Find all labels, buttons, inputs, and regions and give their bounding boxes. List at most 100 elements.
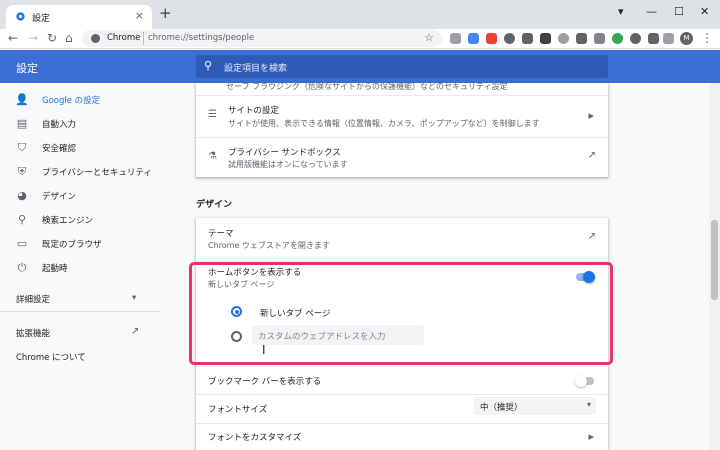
chevron-right-icon: ▸	[588, 430, 594, 443]
site-settings-subtitle: サイトが使用、表示できる情報（位置情報、カメラ、ポップアップなど）を制御します	[228, 119, 540, 128]
home-button-toggle[interactable]	[576, 271, 595, 283]
gear-icon	[16, 12, 25, 21]
custom-address-radio[interactable]	[231, 331, 242, 342]
extension-icon-7[interactable]	[558, 33, 569, 44]
sidebar-item-label: 既定のブラウザ	[42, 240, 102, 250]
tab-settings[interactable]: 設定 ×	[6, 5, 152, 29]
extension-icon-2[interactable]	[468, 33, 479, 44]
sidebar-item-autofill[interactable]: ▤ 自動入力	[0, 113, 160, 135]
flask-icon: ⚗	[208, 151, 217, 162]
privacy-card: セーフ ブラウジング（危険なサイトからの保護機能）などのセキュリティ設定 ☰ サ…	[196, 83, 608, 177]
search-placeholder: 設定項目を検索	[224, 64, 288, 74]
title-bar: 設定 × + ▾ — ☐ ✕	[0, 0, 720, 29]
settings-sidebar: 👤 Google の設定 ▤ 自動入力 ⛉ 安全確認 ⛨ プライバシーとセキュリ…	[0, 83, 160, 450]
tab-close-button[interactable]: ×	[135, 9, 144, 22]
search-icon: ⚲	[204, 59, 213, 72]
sidebar-item-google[interactable]: 👤 Google の設定	[0, 89, 160, 111]
address-separator	[143, 32, 144, 45]
address-bar[interactable]: Chrome chrome://settings/people ☆	[82, 30, 442, 47]
sidebar-extensions[interactable]: 拡張機能	[16, 327, 50, 339]
extension-icon-10[interactable]	[612, 33, 623, 44]
chevron-down-icon: ▾	[586, 400, 591, 409]
power-icon: ⏻	[17, 261, 27, 274]
person-icon: 👤	[15, 93, 29, 106]
privacy-sandbox-row[interactable]: ⚗ プライバシー サンドボックス 試用版機能はオンになっています ↗	[196, 138, 608, 177]
new-tab-button[interactable]: +	[159, 6, 172, 21]
site-info-icon[interactable]	[91, 34, 100, 43]
bookmarks-bar-row[interactable]: ブックマーク バーを表示する	[196, 367, 608, 394]
safe-browsing-row-partial[interactable]: セーフ ブラウジング（危険なサイトからの保護機能）などのセキュリティ設定	[196, 83, 608, 93]
extension-icon-6[interactable]	[540, 33, 551, 44]
sidebar-item-label: 起動時	[42, 264, 68, 274]
extension-icon-9[interactable]	[594, 33, 605, 44]
home-button-subtitle: 新しいタブ ページ	[208, 280, 275, 289]
sidebar-item-privacy[interactable]: ⛨ プライバシーとセキュリティ	[0, 161, 160, 183]
page-title: 設定	[16, 62, 38, 75]
sidebar-item-label: デザイン	[42, 192, 77, 202]
magnifier-icon: ⚲	[17, 213, 27, 226]
window-close-button[interactable]: ✕	[700, 5, 709, 18]
minimize-button[interactable]: —	[646, 5, 657, 18]
forward-button[interactable]: →	[28, 31, 38, 45]
palette-icon: ◕	[17, 189, 27, 202]
chevron-down-icon[interactable]: ▾	[132, 293, 136, 303]
extension-icon-4[interactable]	[504, 33, 515, 44]
home-button-title: ホームボタンを表示する	[208, 268, 302, 278]
theme-subtitle: Chrome ウェブストアを開きます	[208, 241, 330, 250]
site-settings-title: サイトの設定	[228, 106, 280, 116]
toggle-knob	[583, 271, 595, 283]
new-tab-page-label[interactable]: 新しいタブ ページ	[260, 307, 331, 319]
privacy-sandbox-subtitle: 試用版機能はオンになっています	[228, 160, 348, 169]
extension-icon-3[interactable]	[486, 33, 497, 44]
bookmark-star-icon[interactable]: ☆	[424, 31, 434, 44]
bookmarks-bar-title: ブックマーク バーを表示する	[208, 377, 322, 387]
profile-avatar[interactable]: M	[680, 32, 693, 45]
sidebar-about-chrome[interactable]: Chrome について	[16, 351, 86, 363]
sidebar-item-on-startup[interactable]: ⏻ 起動時	[0, 257, 160, 279]
profile-indicator-icon[interactable]: ▾	[618, 5, 624, 18]
customize-fonts-row[interactable]: フォントをカスタマイズ ▸	[196, 424, 608, 450]
extension-icon-11[interactable]	[630, 33, 641, 44]
sidebar-item-label: プライバシーとセキュリティ	[42, 168, 152, 178]
chevron-right-icon: ▸	[588, 109, 594, 122]
back-button[interactable]: ←	[8, 31, 18, 45]
sidebar-item-appearance[interactable]: ◕ デザイン	[0, 185, 160, 207]
sidebar-item-search-engine[interactable]: ⚲ 検索エンジン	[0, 209, 160, 231]
tab-title: 設定	[32, 14, 51, 24]
home-button-row: ホームボタンを表示する 新しいタブ ページ 新しいタブ ページ	[196, 262, 608, 366]
site-settings-row[interactable]: ☰ サイトの設定 サイトが使用、表示できる情報（位置情報、カメラ、ポップアップな…	[196, 96, 608, 136]
bookmarks-bar-toggle[interactable]	[575, 375, 594, 387]
open-external-icon[interactable]: ↗	[588, 150, 596, 161]
extension-icon-1[interactable]	[450, 33, 461, 44]
extension-icon-8[interactable]	[576, 33, 587, 44]
open-external-icon[interactable]: ↗	[131, 326, 139, 337]
new-tab-page-radio[interactable]	[231, 306, 242, 317]
scrollbar-thumb[interactable]	[711, 220, 718, 300]
sidebar-advanced[interactable]: 詳細設定	[16, 293, 50, 305]
clipboard-icon: ▤	[16, 117, 28, 130]
custom-web-address-placeholder: カスタムのウェブアドレスを入力	[258, 332, 386, 342]
customize-fonts-title: フォントをカスタマイズ	[208, 433, 302, 443]
open-external-icon[interactable]: ↗	[588, 231, 596, 242]
text-cursor-icon: I	[262, 343, 266, 357]
theme-row[interactable]: テーマ Chrome ウェブストアを開きます ↗	[196, 218, 608, 260]
sidebar-item-default-browser[interactable]: ▭ 既定のブラウザ	[0, 233, 160, 255]
maximize-button[interactable]: ☐	[674, 5, 684, 18]
extensions-puzzle-icon[interactable]	[663, 33, 674, 44]
browser-menu-button[interactable]: ⋮	[701, 31, 713, 45]
reload-button[interactable]: ↻	[47, 31, 57, 45]
sidebar-item-label: 安全確認	[42, 144, 77, 154]
url-text[interactable]: chrome://settings/people	[148, 33, 254, 43]
radio-dot	[234, 309, 239, 314]
custom-web-address-input[interactable]: カスタムのウェブアドレスを入力	[252, 325, 424, 345]
sidebar-item-label: 検索エンジン	[42, 216, 94, 226]
site-label: Chrome	[107, 33, 141, 43]
sidebar-item-safety-check[interactable]: ⛉ 安全確認	[0, 137, 160, 159]
sidebar-divider	[0, 311, 160, 312]
font-size-select[interactable]: 中（推奨） ▾	[474, 397, 596, 415]
home-button[interactable]: ⌂	[65, 31, 73, 45]
extension-icon-12[interactable]	[648, 33, 659, 44]
extension-icon-5[interactable]	[522, 33, 533, 44]
settings-search-input[interactable]: ⚲ 設定項目を検索	[196, 55, 608, 78]
browser-window-icon: ▭	[16, 237, 28, 250]
